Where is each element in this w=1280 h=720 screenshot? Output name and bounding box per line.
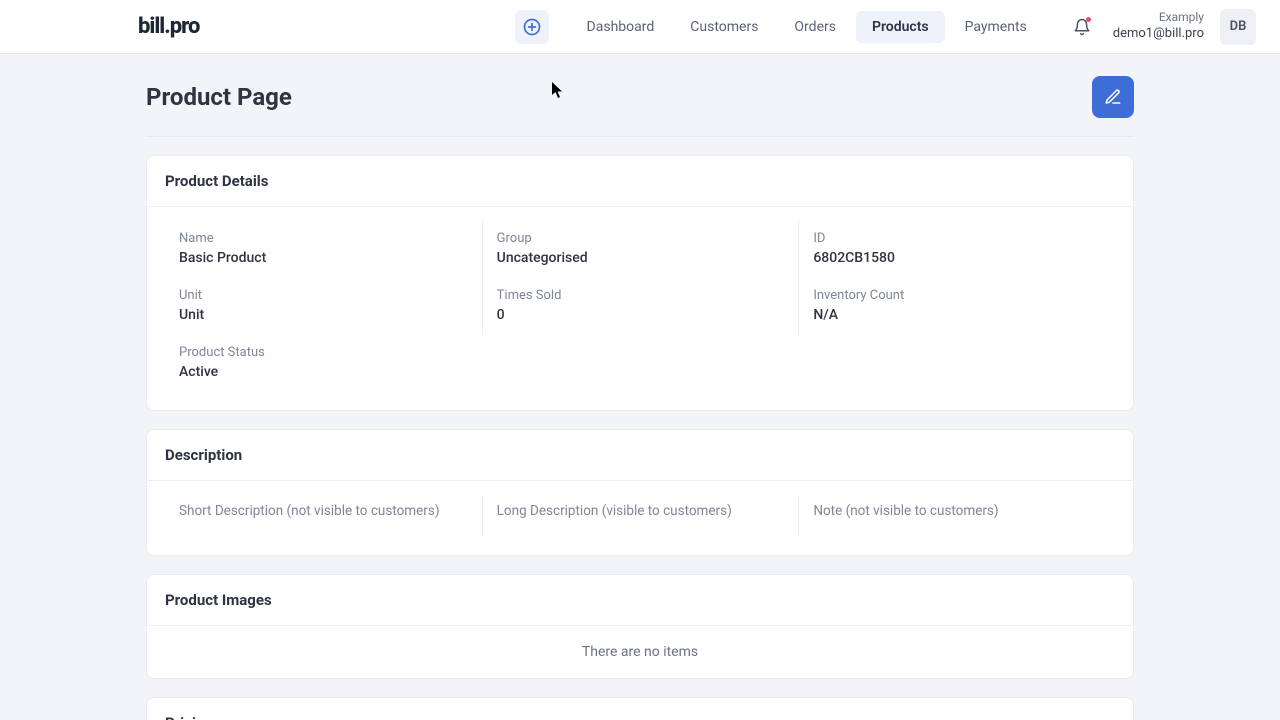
body-scroll[interactable]: Product Page Product Details Name Basic … (0, 54, 1280, 720)
plus-circle-icon (522, 17, 542, 37)
product-details-grid: Name Basic Product Group Uncategorised I… (165, 221, 1115, 392)
field-status: Product Status Active (165, 335, 482, 392)
brand-logo[interactable]: bill.pro (138, 14, 199, 39)
field-group: Group Uncategorised (482, 221, 799, 278)
field-label: Times Sold (497, 288, 785, 303)
account-info[interactable]: Examply demo1@bill.pro (1113, 10, 1204, 42)
account-email: demo1@bill.pro (1113, 26, 1204, 43)
pricing-title: Pricing (147, 698, 1133, 720)
main-nav: Dashboard Customers Orders Products Paym… (515, 10, 1043, 44)
nav-orders[interactable]: Orders (778, 11, 852, 43)
product-images-empty: There are no items (147, 626, 1133, 678)
field-value: 0 (497, 307, 785, 323)
edit-button[interactable] (1092, 76, 1134, 118)
field-label: Unit (179, 288, 468, 303)
field-inventory-count: Inventory Count N/A (798, 278, 1115, 335)
description-grid: Short Description (not visible to custom… (165, 495, 1115, 537)
page-header: Product Page (146, 72, 1134, 137)
field-value: Unit (179, 307, 468, 323)
nav-customers[interactable]: Customers (674, 11, 774, 43)
content: Product Page Product Details Name Basic … (146, 54, 1134, 720)
product-images-card: Product Images There are no items (146, 574, 1134, 679)
notifications-button[interactable] (1067, 12, 1097, 42)
field-times-sold: Times Sold 0 (482, 278, 799, 335)
notification-dot-icon (1086, 17, 1091, 22)
field-value: Basic Product (179, 250, 468, 266)
field-id: ID 6802CB1580 (798, 221, 1115, 278)
nav-dashboard[interactable]: Dashboard (571, 11, 671, 43)
page-title: Product Page (146, 83, 292, 111)
add-button[interactable] (515, 10, 549, 44)
avatar[interactable]: DB (1220, 9, 1256, 45)
field-label: Product Status (179, 345, 468, 360)
nav-payments[interactable]: Payments (949, 11, 1043, 43)
nav-products[interactable]: Products (856, 11, 945, 43)
field-label: Inventory Count (813, 288, 1101, 303)
field-value: Active (179, 364, 468, 380)
field-value: N/A (813, 307, 1101, 323)
pricing-card: Pricing (146, 697, 1134, 720)
product-details-card: Product Details Name Basic Product Group… (146, 155, 1134, 411)
field-label: Group (497, 231, 785, 246)
field-label: ID (813, 231, 1101, 246)
short-description: Short Description (not visible to custom… (165, 495, 482, 537)
product-images-title: Product Images (147, 575, 1133, 626)
description-card: Description Short Description (not visib… (146, 429, 1134, 556)
pencil-icon (1104, 88, 1122, 106)
note-description: Note (not visible to customers) (798, 495, 1115, 537)
long-description: Long Description (visible to customers) (482, 495, 799, 537)
field-label: Name (179, 231, 468, 246)
product-details-title: Product Details (147, 156, 1133, 207)
field-value: 6802CB1580 (813, 250, 1101, 266)
field-name: Name Basic Product (165, 221, 482, 278)
description-title: Description (147, 430, 1133, 481)
top-header: bill.pro Dashboard Customers Orders Prod… (0, 0, 1280, 54)
field-value: Uncategorised (497, 250, 785, 266)
account-org: Examply (1113, 10, 1204, 26)
header-right: Examply demo1@bill.pro DB (1067, 9, 1256, 45)
field-unit: Unit Unit (165, 278, 482, 335)
